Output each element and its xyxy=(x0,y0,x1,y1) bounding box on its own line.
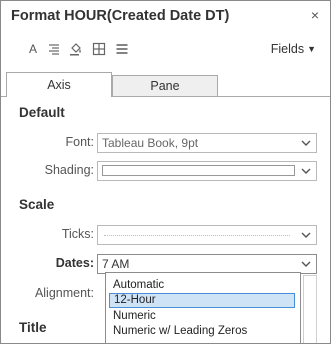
dates-format-menu: Automatic 12-Hour Numeric Numeric w/ Lea… xyxy=(105,272,301,343)
section-title-heading: Title xyxy=(19,320,47,335)
dates-label: Dates: xyxy=(55,256,94,270)
dates-value: 7 AM xyxy=(102,257,130,271)
dialog-title: Format HOUR(Created Date DT) xyxy=(11,8,230,24)
menu-option-12-hour[interactable]: 12-Hour xyxy=(109,293,295,308)
menu-option-automatic[interactable]: Automatic xyxy=(109,278,295,293)
ticks-label: Ticks: xyxy=(61,227,94,241)
dates-dropdown[interactable]: 7 AM xyxy=(97,254,317,274)
format-toolbar: A Fields ▼ xyxy=(1,39,330,63)
chevron-down-icon: ▼ xyxy=(307,44,316,54)
section-default-heading: Default xyxy=(19,105,65,120)
lines-icon[interactable] xyxy=(115,42,129,56)
font-dropdown[interactable]: Tableau Book, 9pt xyxy=(97,133,317,153)
font-value: Tableau Book, 9pt xyxy=(102,136,199,150)
ticks-preview-line xyxy=(104,235,290,236)
tab-axis[interactable]: Axis xyxy=(6,72,112,97)
chevron-down-icon xyxy=(301,261,311,267)
title-bar: Format HOUR(Created Date DT) × xyxy=(1,1,330,33)
chevron-down-icon xyxy=(301,168,311,174)
tab-strip: Axis Pane xyxy=(1,72,330,97)
axis-panel: Default Font: Tableau Book, 9pt Shading:… xyxy=(1,97,330,343)
fields-dropdown[interactable]: Fields ▼ xyxy=(271,42,316,56)
alignment-control-behind xyxy=(303,275,317,343)
alignment-label: Alignment: xyxy=(34,286,94,300)
chevron-down-icon xyxy=(301,232,311,238)
ticks-dropdown[interactable] xyxy=(97,225,317,245)
menu-option-numeric-leading-zeros[interactable]: Numeric w/ Leading Zeros xyxy=(109,324,295,339)
borders-icon[interactable] xyxy=(92,42,106,56)
format-dialog: Format HOUR(Created Date DT) × A Fields ▼ xyxy=(0,0,331,344)
chevron-down-icon xyxy=(301,140,311,146)
tab-pane[interactable]: Pane xyxy=(112,75,218,96)
close-icon[interactable]: × xyxy=(307,7,323,23)
fields-label: Fields xyxy=(270,42,305,56)
alignment-icon[interactable] xyxy=(47,42,61,56)
font-icon[interactable]: A xyxy=(26,42,40,56)
shading-swatch xyxy=(102,165,295,176)
section-scale-heading: Scale xyxy=(19,197,55,212)
shading-label: Shading: xyxy=(44,163,94,177)
font-label: Font: xyxy=(65,135,95,149)
shading-dropdown[interactable] xyxy=(97,161,317,181)
shading-icon[interactable] xyxy=(69,42,83,56)
menu-option-numeric[interactable]: Numeric xyxy=(109,309,295,324)
